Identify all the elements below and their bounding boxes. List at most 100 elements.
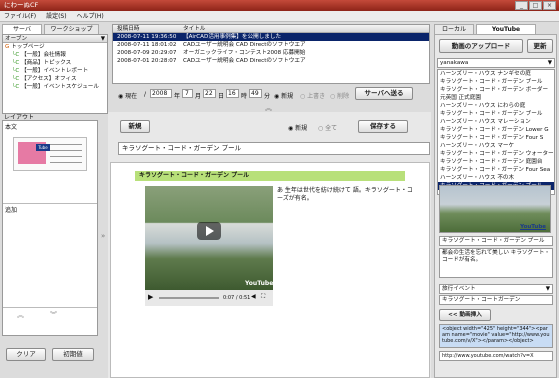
youtube-panel: 動画のアップロード 更新 yanakawa ▼ ハーンズリー・ハウス ナンギセの… bbox=[434, 34, 557, 378]
tree-item[interactable]: └C 【アクセス】オフィス bbox=[3, 75, 107, 83]
chevron-up-icon[interactable]: ︽ bbox=[17, 311, 50, 319]
window-title-bar: にわーぬCF _ □ × bbox=[0, 0, 559, 11]
menu-bar: ファイル(F) 設定(S) ヘルプ(H) bbox=[0, 11, 559, 22]
window-title: にわーぬCF bbox=[4, 1, 39, 9]
maximize-button[interactable]: □ bbox=[529, 1, 542, 10]
volume-icon[interactable]: ◀ bbox=[251, 293, 256, 300]
video-category-combo[interactable]: 旅行イベント ▼ bbox=[439, 284, 553, 294]
minute-field[interactable]: 49 bbox=[249, 89, 262, 98]
seek-bar[interactable] bbox=[159, 297, 219, 299]
fullscreen-icon[interactable]: ⛶ bbox=[261, 293, 265, 301]
youtube-account-combo[interactable]: yanakawa ▼ bbox=[437, 58, 555, 68]
tab-local[interactable]: ローカル bbox=[434, 24, 474, 34]
tree-item[interactable]: └C 【一般】イベントスケジュール bbox=[3, 83, 107, 91]
col-header-title[interactable]: タイトル bbox=[183, 25, 205, 32]
year-field[interactable]: 2008 bbox=[150, 89, 172, 98]
video-controls: ▶ 0:07 / 0:51 ◀ ⛶ bbox=[145, 290, 273, 306]
tree-item[interactable]: └C 【一般】会社情報 bbox=[3, 51, 107, 59]
video-list-item[interactable]: ハーンズリー・ハウス マーケ bbox=[438, 142, 554, 150]
insert-video-button[interactable]: << 動画挿入 bbox=[439, 309, 491, 321]
chevron-down-icon: ▼ bbox=[547, 60, 552, 66]
extra-label: 追加 bbox=[5, 207, 18, 214]
table-row[interactable]: 2008-07-09 20:29:07 オーガニックライフ・コンテスト2008 … bbox=[113, 49, 429, 57]
tab-youtube[interactable]: YouTube bbox=[476, 24, 536, 34]
col-header-date[interactable]: 投稿日時 bbox=[117, 25, 139, 32]
tree-item[interactable]: └C 【一般】イベントレポート bbox=[3, 67, 107, 75]
day-field[interactable]: 22 bbox=[203, 89, 216, 98]
save-button[interactable]: 保存する bbox=[358, 120, 408, 133]
page-icon: └C bbox=[12, 76, 22, 82]
tab-workshop[interactable]: ワークショップ bbox=[44, 24, 99, 34]
video-time: 0:07 / 0:51 bbox=[223, 295, 251, 301]
post-list: 投稿日時 タイトル 2008-07-11 19:36:50 【AirCAD活用事… bbox=[112, 24, 430, 84]
video-list-item[interactable]: ハーンズリー・ハウス マレーション bbox=[438, 118, 554, 126]
send-to-server-button[interactable]: サーバへ送る bbox=[355, 87, 413, 100]
video-list-item[interactable]: キラソグート・コード・ガーデン Four Sea bbox=[438, 166, 554, 174]
table-row[interactable]: 2008-07-01 20:28:07 CADユーザー説明会 CAD Direc… bbox=[113, 57, 429, 65]
hour-field[interactable]: 16 bbox=[226, 89, 239, 98]
menu-settings[interactable]: 設定(S) bbox=[42, 11, 71, 22]
embed-code-field[interactable]: <object width="425" height="344"><param … bbox=[439, 324, 553, 348]
video-description-field[interactable]: 都会の生活を忘れて美しい キラソグート・コードが有名。 bbox=[439, 248, 553, 278]
video-tags-field[interactable]: キラソグート・コートガーデン bbox=[439, 295, 553, 305]
video-list-item[interactable]: キラソグート・コード・ガーデン Four S bbox=[438, 134, 554, 142]
video-url-field[interactable]: http://www.youtube.com/watch?v=X bbox=[439, 351, 553, 361]
menu-help[interactable]: ヘルプ(H) bbox=[72, 11, 107, 22]
layout-thumbnail[interactable]: Tube bbox=[13, 137, 87, 171]
selected-video-thumbnail[interactable]: YouTube bbox=[439, 185, 551, 233]
video-list-item[interactable]: キラソグート・コード・ガーデン ブール bbox=[438, 78, 554, 86]
collapse-left-icon[interactable]: » bbox=[101, 232, 105, 240]
month-field[interactable]: 7 bbox=[182, 89, 193, 98]
article-heading: キラソグート・コード・ガーデン プール bbox=[135, 171, 405, 181]
body-label: 本文 bbox=[5, 124, 18, 131]
video-list-item[interactable]: キラソグート・コード・ガーデン ブール bbox=[438, 110, 554, 118]
video-list-item[interactable]: キラソグート・コード・ガーデン ウォーター bbox=[438, 150, 554, 158]
radio-new-article[interactable]: ◉ 新規 bbox=[288, 123, 307, 132]
layout-panel: 本文 Tube 追加 ︽︾ bbox=[2, 120, 98, 336]
video-list-item[interactable]: ハーンズリー・ハウス 不の木 bbox=[438, 174, 554, 182]
upload-video-button[interactable]: 動画のアップロード bbox=[439, 39, 523, 53]
page-icon: └C bbox=[12, 60, 22, 66]
play-overlay-icon[interactable] bbox=[197, 222, 221, 240]
video-list-item[interactable]: 元英国 正式庭園 bbox=[438, 94, 554, 102]
video-list-item[interactable]: キラソグート・コード・ガーデン 庭園台 bbox=[438, 158, 554, 166]
video-title-field[interactable]: キラソグート・コード・ガーデン プール bbox=[439, 236, 553, 246]
close-button[interactable]: × bbox=[543, 1, 556, 10]
article-body-text: あ 生年は世代を紡け続けて 語。キラソグート・コーズが有名。 bbox=[277, 187, 413, 202]
radio-overwrite[interactable]: ○ 上書き bbox=[300, 91, 325, 100]
chevron-down-icon: ▼ bbox=[100, 36, 105, 42]
chevron-down-icon[interactable]: ︾ bbox=[50, 311, 83, 319]
tree-item[interactable]: └C 【商品】トピックス bbox=[3, 59, 107, 67]
table-row[interactable]: 2008-07-11 19:36:50 【AirCAD活用事例集】を公開しました bbox=[113, 33, 429, 41]
new-article-button[interactable]: 新規 bbox=[120, 120, 150, 133]
video-list-item[interactable]: ハーンズリー・ハウス にわらの庭 bbox=[438, 102, 554, 110]
minimize-button[interactable]: _ bbox=[515, 1, 528, 10]
reset-defaults-button[interactable]: 初期値 bbox=[52, 348, 94, 361]
table-row[interactable]: 2008-07-11 18:01:02 CADユーザー説明会 CAD Direc… bbox=[113, 41, 429, 49]
video-list-item[interactable]: キラソグート・コード・ガーデン ボーダー bbox=[438, 86, 554, 94]
menu-file[interactable]: ファイル(F) bbox=[0, 11, 40, 22]
youtube-watermark: YouTube bbox=[245, 280, 274, 287]
page-icon: └C bbox=[12, 68, 22, 74]
move-arrows[interactable]: ︽︾ bbox=[17, 310, 83, 319]
radio-delete[interactable]: ○ 削除 bbox=[330, 91, 349, 100]
radio-new[interactable]: ◉ 新規 bbox=[274, 91, 293, 100]
play-icon[interactable]: ▶ bbox=[148, 293, 153, 301]
tab-server[interactable]: サーバ bbox=[2, 24, 42, 34]
video-list-item[interactable]: ハーンズリー・ハウス ナンギセの庭 bbox=[438, 70, 554, 78]
refresh-button[interactable]: 更新 bbox=[527, 39, 553, 53]
article-title-input[interactable]: キラソグート・コード・ガーデン プール bbox=[118, 142, 430, 155]
youtube-link[interactable]: YouTube bbox=[520, 224, 546, 230]
article-preview[interactable]: キラソグート・コード・ガーデン プール YouTube ▶ 0:07 / 0:5… bbox=[110, 162, 430, 378]
tree-item-top[interactable]: G トップページ bbox=[3, 43, 107, 51]
radio-now[interactable]: ◉ 現在 bbox=[118, 91, 137, 100]
video-player[interactable]: YouTube ▶ 0:07 / 0:51 ◀ ⛶ bbox=[145, 186, 273, 306]
video-list-item[interactable]: キラソグート・コード・ガーデン Lower G bbox=[438, 126, 554, 134]
tree-combo[interactable]: オーブン ▼ bbox=[3, 35, 107, 43]
clear-button[interactable]: クリア bbox=[6, 348, 46, 361]
chevron-down-icon: ▼ bbox=[545, 286, 550, 292]
page-icon: └C bbox=[12, 52, 22, 58]
post-bar: ◉ 現在 / 2008 年 7 月 22 日 16 時 49 分 ◉ 新規 ○ … bbox=[112, 87, 432, 101]
editor-area: 新規 ◉ 新規 ○ 全て 保存する キラソグート・コード・ガーデン プール キラ… bbox=[108, 112, 431, 378]
radio-all[interactable]: ○ 全て bbox=[318, 123, 337, 132]
